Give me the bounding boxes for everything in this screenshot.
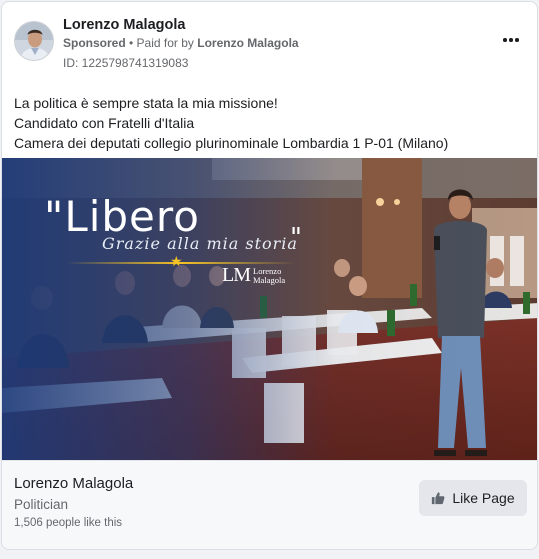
post-header: Lorenzo Malagola Sponsored • Paid for by… [2,2,537,82]
ad-image[interactable]: "Libero Grazie alla mia storia " ★ LM Lo… [2,158,537,460]
like-page-button[interactable]: Like Page [419,480,527,516]
paid-for-label: Paid for by [136,36,198,50]
post-text-line: La politica è sempre stata la mia missio… [14,95,278,111]
more-horizontal-icon [502,38,520,42]
author-avatar[interactable] [14,21,54,61]
page-category: Politician [14,497,69,512]
ad-id: ID: 1225798741319083 [63,56,189,70]
lm-logo: LM Lorenzo Malagola [222,264,285,287]
star-icon: ★ [170,253,183,269]
logo-name-line2: Malagola [253,274,286,285]
ad-close-quote: " [290,223,302,253]
page-footer: Lorenzo Malagola Politician 1,506 people… [2,460,537,549]
page-likes-count: 1,506 people like this [14,517,123,529]
logo-initials: LM [222,264,251,286]
thumbs-up-icon [432,492,445,505]
page-name[interactable]: Lorenzo Malagola [14,475,133,492]
separator: • [125,36,137,50]
sponsored-line: Sponsored • Paid for by Lorenzo Malagola [63,36,299,50]
post-text: La politica è sempre stata la mia missio… [14,93,524,153]
like-page-label: Like Page [452,490,515,506]
post-text-line: Camera dei deputati collegio plurinomina… [14,135,449,151]
ad-subheadline: Grazie alla mia storia [102,234,298,253]
author-name[interactable]: Lorenzo Malagola [63,17,185,33]
post-text-line: Candidato con Fratelli d'Italia [14,115,195,131]
logo-name: Lorenzo Malagola [253,266,286,285]
more-options-button[interactable] [499,30,523,50]
ad-card: Lorenzo Malagola Sponsored • Paid for by… [1,1,538,550]
paid-for-name: Lorenzo Malagola [197,36,299,50]
sponsored-label: Sponsored [63,36,126,50]
